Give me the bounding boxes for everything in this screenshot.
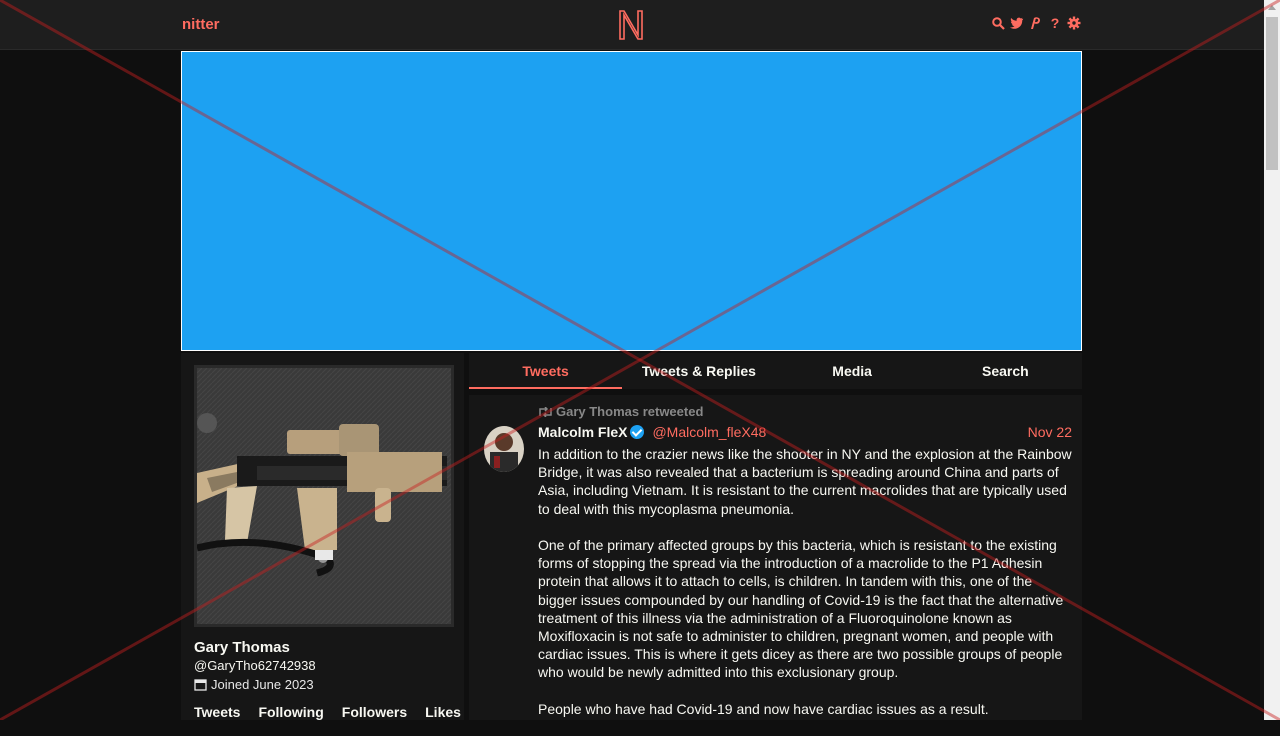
stat-followers[interactable]: Followers [342, 704, 407, 720]
retweet-header-text: Gary Thomas retweeted [556, 404, 704, 419]
profile-fullname[interactable]: Gary Thomas [194, 639, 290, 656]
rss-icon[interactable] [1029, 15, 1043, 31]
tweet-fullname[interactable]: Malcolm FleX [538, 424, 627, 440]
profile-avatar[interactable] [194, 365, 454, 627]
tweet-paragraph: In addition to the crazier news like the… [538, 446, 1072, 517]
tweet-avatar[interactable] [484, 426, 524, 472]
nitter-logo-icon[interactable] [617, 8, 645, 42]
stat-tweets[interactable]: Tweets [194, 704, 240, 720]
profile-username[interactable]: @GaryTho62742938 [194, 658, 316, 673]
top-navbar: nitter ? [0, 0, 1264, 50]
page-scrollbar[interactable] [1264, 0, 1280, 720]
tweet-username[interactable]: @Malcolm_fleX48 [652, 424, 766, 440]
retweet-icon [539, 406, 552, 417]
nav-icon-group: ? [991, 15, 1081, 31]
tweet-content: In addition to the crazier news like the… [538, 445, 1072, 736]
tweet-date[interactable]: Nov 22 [1028, 424, 1072, 440]
help-icon[interactable]: ? [1048, 15, 1062, 31]
tab-media[interactable]: Media [776, 353, 929, 389]
scroll-up-arrow-icon[interactable] [1264, 0, 1280, 16]
gear-icon[interactable] [1067, 15, 1081, 31]
stat-following[interactable]: Following [258, 704, 323, 720]
joined-date-text: Joined June 2023 [211, 677, 314, 692]
profile-banner[interactable] [181, 51, 1082, 351]
timeline: Tweets Tweets & Replies Media Search Gar… [469, 353, 1082, 720]
timeline-item[interactable]: Gary Thomas retweeted Malcolm FleX @Malc… [469, 395, 1082, 720]
search-icon[interactable] [991, 15, 1005, 31]
twitter-icon[interactable] [1010, 15, 1024, 31]
profile-stats: Tweets Following Followers Likes [194, 704, 479, 720]
calendar-icon [194, 679, 207, 691]
brand-link[interactable]: nitter [182, 16, 220, 33]
profile-card: Gary Thomas @GaryTho62742938 Joined June… [181, 353, 464, 720]
tab-tweets-replies[interactable]: Tweets & Replies [622, 353, 775, 389]
timeline-tabs: Tweets Tweets & Replies Media Search [469, 353, 1082, 389]
retweet-header: Gary Thomas retweeted [538, 404, 703, 419]
tweet-paragraph: People who have had Covid-19 and now hav… [538, 700, 989, 717]
tweet-header: Malcolm FleX @Malcolm_fleX48 Nov 22 [538, 424, 1072, 440]
tab-search[interactable]: Search [929, 353, 1082, 389]
verified-badge-icon [630, 425, 645, 439]
scrollbar-thumb[interactable] [1266, 17, 1278, 170]
tweet-paragraph: One of the primary affected groups by th… [538, 537, 1064, 681]
stat-likes[interactable]: Likes [425, 704, 461, 720]
tab-tweets[interactable]: Tweets [469, 353, 623, 389]
profile-joined: Joined June 2023 [194, 677, 314, 692]
